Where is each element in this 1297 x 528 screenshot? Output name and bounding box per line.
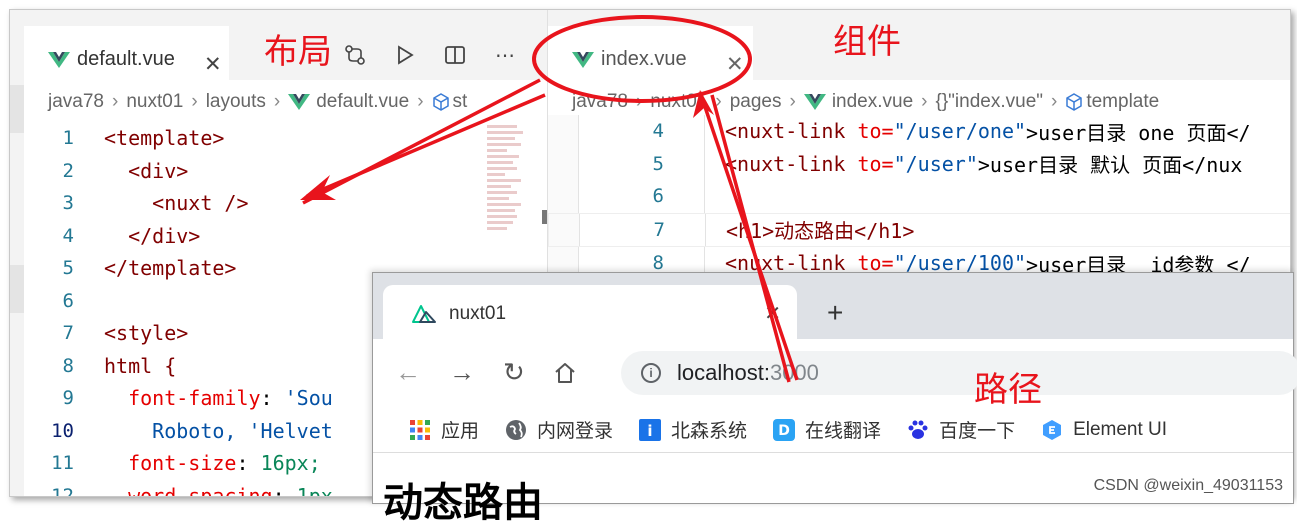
url-port: 3000 — [769, 360, 819, 385]
address-bar[interactable]: i localhost:3000 — [621, 351, 1297, 395]
bookmark-label: 百度一下 — [939, 421, 1016, 442]
translate-icon: D — [773, 418, 796, 441]
code-line: 4 <nuxt-link to= "/user/one" >user目录 one 页面… — [548, 115, 1290, 148]
tab-index-vue[interactable]: index.vue ✕ — [548, 26, 753, 80]
page-heading: 动态路由 — [383, 480, 543, 526]
bookmarks-bar: 应用 内网登录 i 北森系统 D 在线翻译 百度一下 Element UI — [373, 407, 1293, 453]
code-line: 1 <template> — [62, 126, 225, 151]
bookmark-apps[interactable]: 应用 — [409, 416, 479, 443]
breadcrumb-item[interactable]: java78 — [48, 91, 104, 113]
breadcrumb-item[interactable]: index.vue — [832, 91, 913, 113]
tab-label: index.vue — [601, 48, 687, 70]
url-host: localhost: — [677, 360, 770, 385]
browser-tabstrip: nuxt01 ✕ + — [373, 273, 1293, 339]
bookmark-baidu[interactable]: 百度一下 — [907, 416, 1015, 443]
home-icon[interactable] — [553, 361, 577, 385]
bookmark-label: 应用 — [441, 421, 480, 442]
tab-label: default.vue — [77, 48, 175, 70]
code-line: 3 <nuxt /> — [62, 191, 249, 216]
info-square-icon: i — [639, 418, 662, 441]
browser-tab[interactable]: nuxt01 ✕ — [383, 285, 797, 339]
breadcrumb-item[interactable]: nuxt01 — [126, 91, 183, 113]
close-icon[interactable]: ✕ — [726, 52, 744, 77]
svg-text:D: D — [778, 423, 790, 439]
browser-window: nuxt01 ✕ + ← → ↻ i localhost:3000 应用 内网登… — [372, 272, 1297, 526]
reload-icon[interactable]: ↻ — [503, 357, 525, 388]
element-ui-icon — [1043, 419, 1062, 440]
activity-strip — [10, 10, 24, 496]
breadcrumb-item[interactable]: nuxt01 — [650, 91, 707, 113]
breadcrumb-item[interactable]: layouts — [206, 91, 266, 113]
vue-file-icon — [572, 51, 594, 68]
close-icon[interactable]: ✕ — [204, 52, 222, 77]
minimap[interactable] — [487, 122, 547, 292]
cube-icon — [1066, 93, 1083, 111]
run-icon[interactable] — [392, 42, 418, 68]
right-tabbar: index.vue ✕ — [548, 10, 1290, 80]
breadcrumb-item[interactable]: default.vue — [316, 91, 409, 113]
apps-grid-icon — [410, 419, 430, 440]
nuxt-logo-icon — [412, 305, 436, 323]
breadcrumb-item[interactable]: template — [1086, 91, 1159, 113]
right-code-area[interactable]: 4 <nuxt-link to= "/user/one" >user目录 one 页面… — [548, 115, 1290, 280]
watermark: CSDN @weixin_49031153 — [1093, 477, 1283, 494]
split-editor-icon[interactable] — [442, 42, 468, 68]
code-line: 5 <nuxt-link to= "/user" >user目录 默认 页面</nux — [548, 147, 1290, 180]
browser-tab-title: nuxt01 — [449, 303, 507, 324]
code-line: 4 </div> — [62, 223, 201, 248]
bookmark-translate[interactable]: D 在线翻译 — [773, 416, 881, 443]
vue-file-icon — [288, 94, 311, 110]
breadcrumb-item[interactable]: pages — [730, 91, 782, 113]
info-icon[interactable]: i — [641, 363, 661, 383]
globe-icon — [506, 419, 527, 440]
code-line: 6 — [548, 180, 1290, 213]
left-breadcrumb: java78 › nuxt01 › layouts › default.vue › st — [24, 82, 547, 122]
close-icon[interactable]: ✕ — [764, 301, 781, 326]
annotation-component: 组件 — [833, 22, 901, 62]
bookmark-label: 北森系统 — [671, 421, 748, 442]
vue-file-icon — [48, 51, 70, 68]
code-line: 7 <h1>动态路由</h1> — [548, 212, 1290, 247]
breadcrumb-item[interactable]: java78 — [572, 91, 628, 113]
bookmark-label: 在线翻译 — [805, 421, 882, 442]
annotation-layout: 布局 — [264, 32, 332, 72]
bookmark-intranet[interactable]: 内网登录 — [505, 416, 613, 443]
forward-icon[interactable]: → — [449, 357, 475, 388]
breadcrumb-item[interactable]: {}"index.vue" — [935, 91, 1043, 113]
breadcrumb-item[interactable]: st — [453, 91, 468, 113]
compare-changes-icon[interactable] — [342, 42, 368, 68]
new-tab-icon[interactable]: + — [827, 297, 843, 329]
code-line: 2 <div> — [62, 158, 189, 183]
bookmark-label: 内网登录 — [537, 421, 614, 442]
tab-default-vue[interactable]: default.vue ✕ — [24, 26, 229, 80]
paw-icon — [908, 420, 928, 439]
editor-toolbar: ⋯ — [342, 42, 518, 68]
annotation-route: 路径 — [974, 370, 1042, 410]
more-actions-icon[interactable]: ⋯ — [492, 42, 518, 68]
browser-toolbar: ← → ↻ i localhost:3000 — [373, 339, 1297, 407]
bookmark-element-ui[interactable]: Element UI — [1041, 419, 1167, 441]
svg-text:i: i — [647, 422, 652, 440]
cube-icon — [432, 93, 449, 111]
bookmark-label: Element UI — [1073, 418, 1168, 440]
vue-file-icon — [803, 94, 826, 110]
back-icon[interactable]: ← — [395, 357, 421, 388]
bookmark-beisen[interactable]: i 北森系统 — [639, 416, 747, 443]
